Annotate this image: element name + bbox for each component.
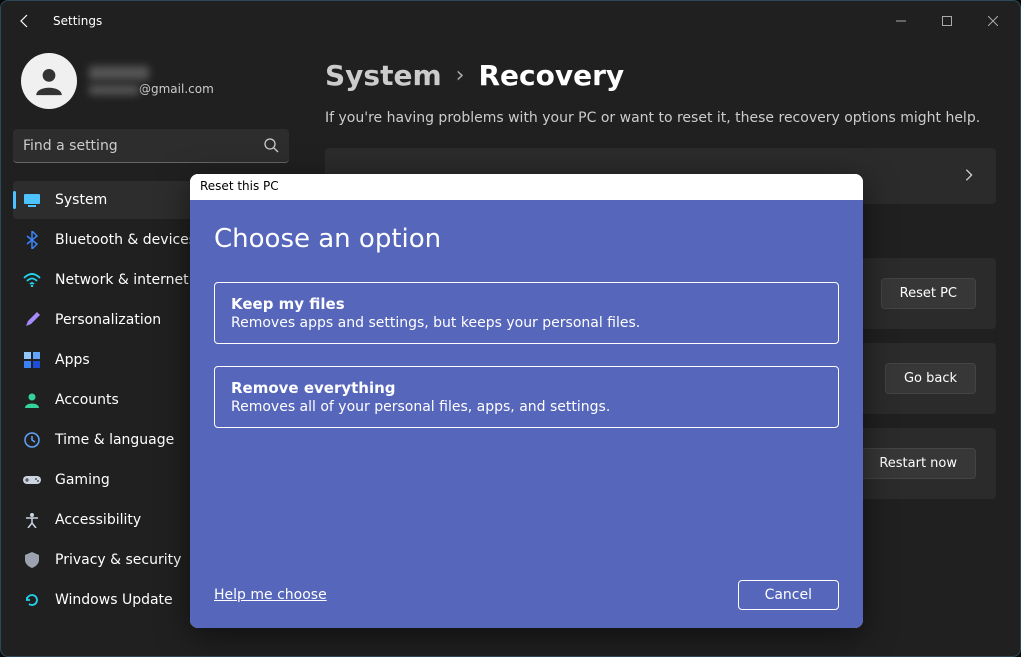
sidebar-item-label: Accessibility bbox=[55, 512, 141, 528]
window-controls bbox=[878, 5, 1016, 37]
apps-icon bbox=[23, 351, 41, 369]
time-language-icon bbox=[23, 431, 41, 449]
back-button[interactable] bbox=[5, 1, 45, 41]
minimize-icon bbox=[896, 16, 906, 26]
sidebar-item-label: Time & language bbox=[55, 432, 174, 448]
close-icon bbox=[988, 16, 998, 26]
help-me-choose-link[interactable]: Help me choose bbox=[214, 587, 327, 603]
arrow-left-icon bbox=[17, 13, 33, 29]
privacy-security-icon bbox=[23, 551, 41, 569]
person-icon bbox=[32, 64, 66, 98]
chevron-right-icon: › bbox=[456, 63, 465, 88]
windows-update-icon bbox=[23, 591, 41, 609]
sidebar-item-label: Personalization bbox=[55, 312, 161, 328]
accounts-icon bbox=[23, 391, 41, 409]
accessibility-icon bbox=[23, 511, 41, 529]
dialog-body: Choose an option Keep my files Removes a… bbox=[190, 200, 863, 628]
reset-pc-dialog: Reset this PC Choose an option Keep my f… bbox=[190, 174, 863, 628]
option-desc: Removes all of your personal files, apps… bbox=[231, 399, 822, 415]
sidebar-item-label: Bluetooth & devices bbox=[55, 232, 196, 248]
sidebar-item-label: System bbox=[55, 192, 107, 208]
sidebar-item-label: Windows Update bbox=[55, 592, 173, 608]
sidebar-item-label: Network & internet bbox=[55, 272, 189, 288]
personalization-icon bbox=[23, 311, 41, 329]
chevron-right-icon bbox=[962, 167, 976, 186]
option-title: Keep my files bbox=[231, 295, 822, 313]
account-email: user@gmail.com bbox=[89, 82, 214, 96]
option-keep-my-files[interactable]: Keep my files Removes apps and settings,… bbox=[214, 282, 839, 344]
option-remove-everything[interactable]: Remove everything Removes all of your pe… bbox=[214, 366, 839, 428]
minimize-button[interactable] bbox=[878, 5, 924, 37]
sidebar-item-label: Accounts bbox=[55, 392, 119, 408]
search-box bbox=[13, 129, 289, 163]
avatar bbox=[21, 53, 77, 109]
breadcrumb: System › Recovery bbox=[325, 59, 996, 92]
search-input[interactable] bbox=[13, 129, 289, 163]
gaming-icon bbox=[23, 471, 41, 489]
page-subtitle: If you're having problems with your PC o… bbox=[325, 110, 996, 126]
network-internet-icon bbox=[23, 271, 41, 289]
system-icon bbox=[23, 191, 41, 209]
breadcrumb-parent[interactable]: System bbox=[325, 59, 442, 92]
option-desc: Removes apps and settings, but keeps you… bbox=[231, 315, 822, 331]
cancel-button[interactable]: Cancel bbox=[738, 580, 839, 610]
dialog-heading: Choose an option bbox=[214, 224, 839, 254]
sidebar-item-label: Apps bbox=[55, 352, 90, 368]
bluetooth-devices-icon bbox=[23, 231, 41, 249]
settings-window: Settings name user@gmail.com bbox=[0, 0, 1021, 657]
window-title: Settings bbox=[53, 14, 102, 28]
dialog-titlebar: Reset this PC bbox=[190, 174, 863, 200]
sidebar-item-label: Privacy & security bbox=[55, 552, 181, 568]
account-text: name user@gmail.com bbox=[89, 66, 214, 96]
maximize-button[interactable] bbox=[924, 5, 970, 37]
sidebar-item-label: Gaming bbox=[55, 472, 110, 488]
reset-pc-button[interactable]: Reset PC bbox=[881, 278, 976, 309]
option-title: Remove everything bbox=[231, 379, 822, 397]
account-block[interactable]: name user@gmail.com bbox=[13, 41, 289, 129]
maximize-icon bbox=[942, 16, 952, 26]
search-icon bbox=[263, 137, 279, 157]
close-button[interactable] bbox=[970, 5, 1016, 37]
dialog-footer: Help me choose Cancel bbox=[214, 580, 839, 610]
account-name-blurred: name bbox=[89, 66, 149, 80]
restart-now-button[interactable]: Restart now bbox=[860, 448, 976, 479]
go-back-button[interactable]: Go back bbox=[885, 363, 976, 394]
breadcrumb-current: Recovery bbox=[478, 59, 624, 92]
titlebar: Settings bbox=[1, 1, 1020, 41]
